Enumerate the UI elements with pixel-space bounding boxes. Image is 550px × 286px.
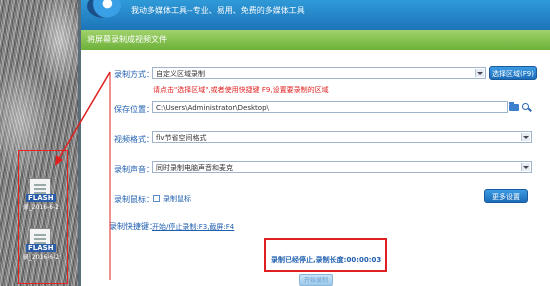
desktop-background: FLASH 录_2016-6-2 FLASH 录_2016-6-2: [0, 0, 78, 286]
format-label: 视频格式：: [114, 135, 154, 144]
app-slogan: 我动多媒体工具--专业、易用、免费的多媒体工具: [131, 6, 305, 15]
audio-label: 录制声音：: [114, 165, 154, 174]
area-hint: 请点击"选择区域",或者使用快捷键 F9,设置要录制的区域: [153, 86, 329, 94]
mode-select-value: 自定义区域录制: [156, 70, 205, 78]
record-cursor-checkbox[interactable]: [153, 195, 160, 202]
start-record-button[interactable]: 开始录制: [299, 274, 333, 286]
save-path-value: C:\Users\Administrator\Desktop\: [156, 104, 269, 112]
hotkey-label: 录制快捷键：: [109, 222, 157, 231]
chevron-down-icon: [521, 133, 530, 141]
save-path-field[interactable]: C:\Users\Administrator\Desktop\: [152, 101, 508, 113]
mode-select[interactable]: 自定义区域录制: [152, 67, 486, 79]
section-title: 将屏幕录制成视频文件: [87, 35, 167, 44]
save-label: 保存位置：: [114, 105, 154, 114]
record-cursor-label: 录制鼠标: [163, 195, 191, 203]
selection-highlight: [18, 150, 68, 284]
select-area-button[interactable]: 选择区域(F9): [489, 66, 537, 80]
format-select[interactable]: flv节省空间格式: [152, 131, 532, 143]
more-settings-button[interactable]: 更多设置: [484, 189, 528, 203]
audio-select[interactable]: 同时录制电脑声音和麦克: [152, 161, 532, 173]
app-window: 我动多媒体工具--专业、易用、免费的多媒体工具 将屏幕录制成视频文件 录制方式：…: [81, 0, 550, 286]
mode-label: 录制方式：: [114, 70, 154, 79]
app-logo-icon: [87, 0, 121, 18]
audio-select-value: 同时录制电脑声音和麦克: [156, 164, 233, 172]
status-text: 录制已经停止,录制长度:00:00:03: [271, 256, 382, 264]
section-header: 将屏幕录制成视频文件: [81, 30, 550, 50]
folder-icon[interactable]: [509, 102, 519, 111]
title-bar: 我动多媒体工具--专业、易用、免费的多媒体工具: [81, 0, 550, 30]
format-select-value: flv节省空间格式: [156, 134, 207, 142]
cursor-label: 录制鼠标：: [114, 195, 154, 204]
search-icon[interactable]: [522, 103, 529, 110]
hotkey-link[interactable]: 开始/停止录制:F3,截屏:F4: [152, 222, 234, 232]
chevron-down-icon: [521, 163, 530, 171]
chevron-down-icon: [475, 69, 484, 77]
